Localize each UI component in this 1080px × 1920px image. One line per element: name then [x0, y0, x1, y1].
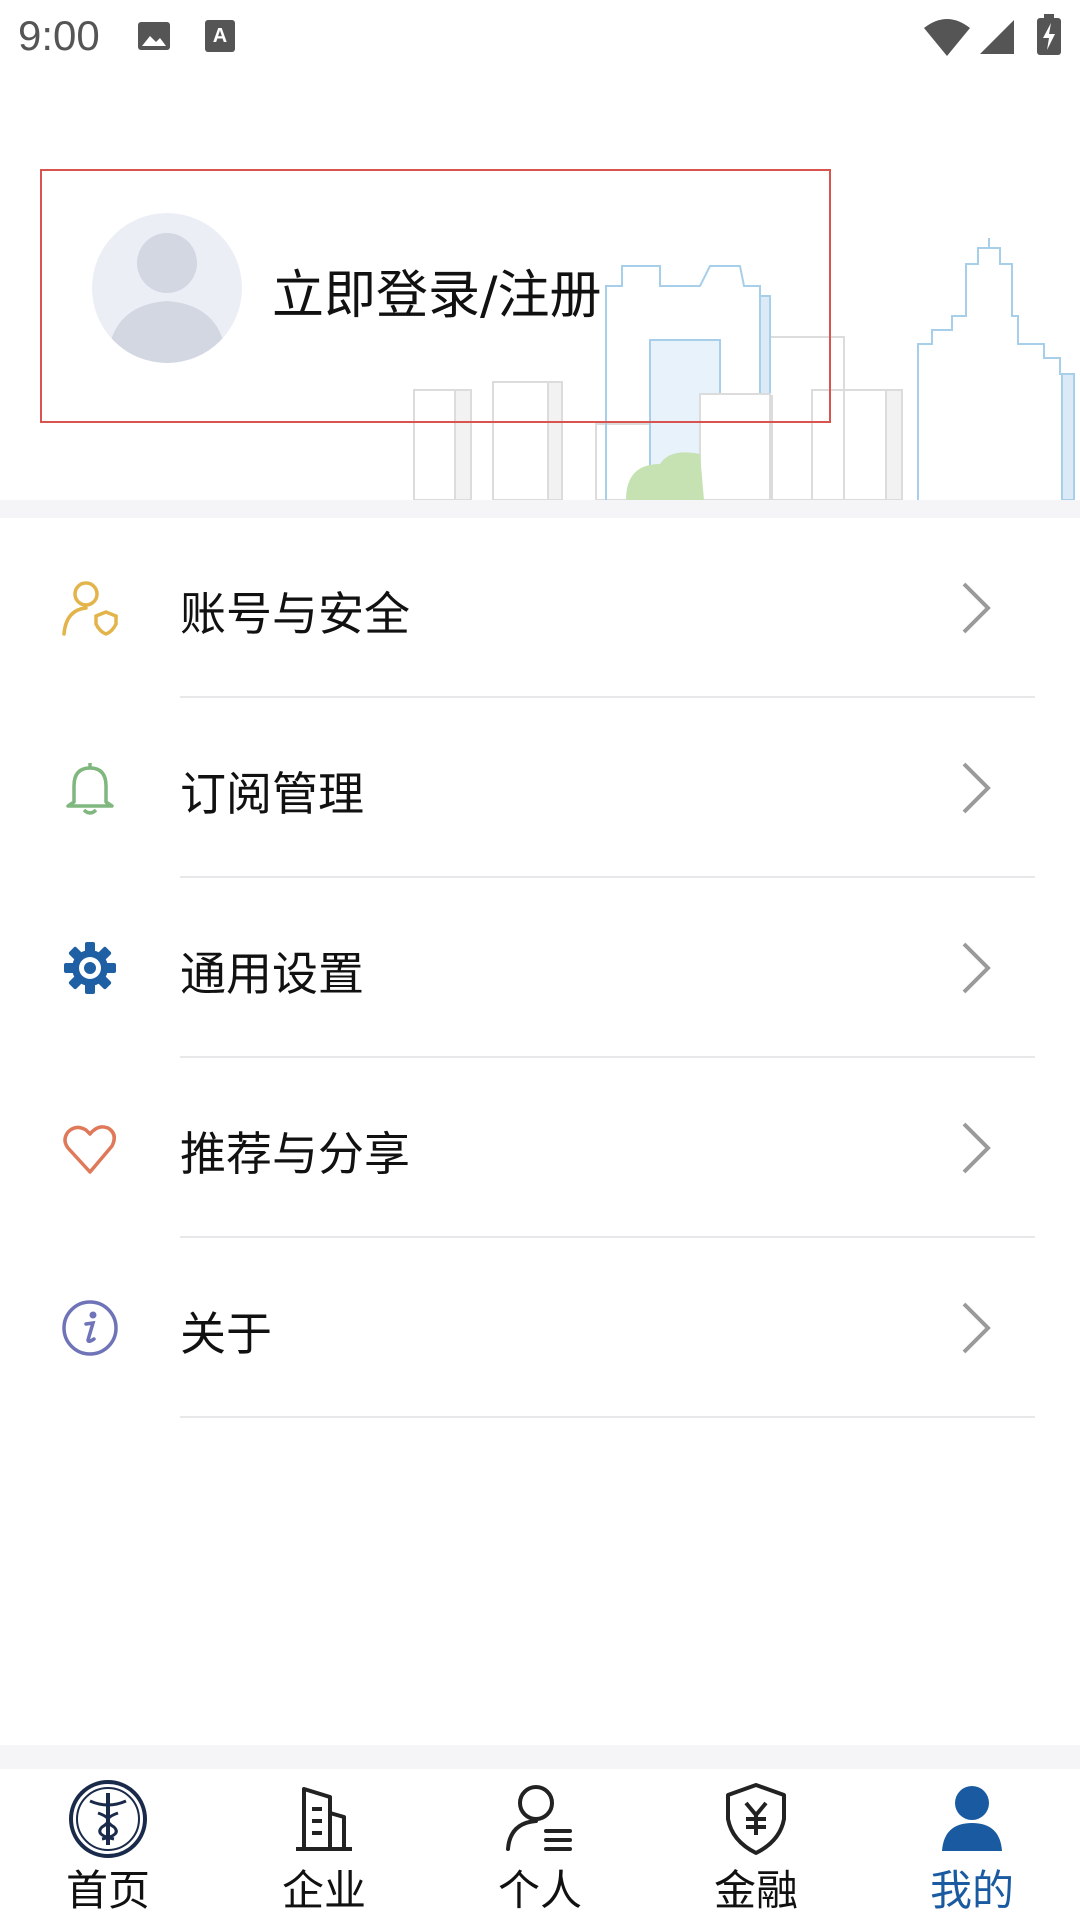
chevron-right-icon	[958, 1300, 994, 1356]
person-list-icon	[500, 1779, 580, 1859]
login-register-label: 立即登录/注册	[272, 266, 602, 326]
chevron-right-icon	[958, 580, 994, 636]
menu-item-label: 订阅管理	[180, 767, 364, 821]
avatar	[92, 213, 242, 363]
nav-label: 我的	[929, 1866, 1014, 1915]
home-emblem-icon	[68, 1779, 148, 1859]
nav-finance[interactable]: 金融	[648, 1769, 864, 1920]
account-security-icon	[60, 578, 120, 638]
menu-item-about[interactable]: 关于	[0, 1238, 1080, 1418]
menu-item-label: 账号与安全	[180, 587, 410, 641]
status-bar: 9:00 A	[0, 0, 1080, 72]
yuan-shield-icon	[716, 1779, 796, 1859]
image-icon	[136, 18, 172, 58]
text-a-icon: A	[204, 18, 236, 58]
nav-personal[interactable]: 个人	[432, 1769, 648, 1920]
nav-label: 首页	[65, 1866, 150, 1915]
menu-item-general-settings[interactable]: 通用设置	[0, 878, 1080, 1058]
section-divider	[0, 500, 1080, 518]
bottom-nav: 首页 企业 个人 金融 我的	[0, 1769, 1080, 1920]
wifi-icon	[922, 18, 972, 62]
chevron-right-icon	[958, 760, 994, 816]
status-time: 9:00	[18, 12, 100, 59]
menu-item-label: 推荐与分享	[180, 1127, 410, 1181]
chevron-right-icon	[958, 940, 994, 996]
nav-mine[interactable]: 我的	[864, 1769, 1080, 1920]
menu-item-label: 通用设置	[180, 947, 364, 1001]
divider	[180, 1416, 1035, 1418]
menu-item-account-security[interactable]: 账号与安全	[0, 518, 1080, 698]
profile-header: 立即登录/注册	[0, 72, 1080, 500]
nav-enterprise[interactable]: 企业	[216, 1769, 432, 1920]
building-icon	[284, 1779, 364, 1859]
menu-item-recommend-share[interactable]: 推荐与分享	[0, 1058, 1080, 1238]
bell-icon	[60, 758, 120, 818]
login-register-button[interactable]: 立即登录/注册	[40, 169, 831, 423]
nav-label: 金融	[713, 1866, 798, 1915]
nav-label: 个人	[497, 1866, 582, 1915]
menu-item-label: 关于	[180, 1307, 272, 1361]
battery-charging-icon	[1036, 14, 1062, 60]
user-icon	[932, 1779, 1012, 1859]
nav-label: 企业	[281, 1866, 366, 1915]
gear-icon	[60, 938, 120, 998]
nav-home[interactable]: 首页	[0, 1769, 216, 1920]
heart-icon	[60, 1118, 120, 1178]
svg-text:A: A	[213, 25, 227, 47]
bottom-nav-separator	[0, 1745, 1080, 1769]
cellular-signal-icon	[978, 18, 1016, 60]
menu-item-subscription[interactable]: 订阅管理	[0, 698, 1080, 878]
settings-menu: 账号与安全 订阅管理 通用设置 推荐与分享 关于	[0, 518, 1080, 1418]
info-icon	[60, 1298, 120, 1358]
chevron-right-icon	[958, 1120, 994, 1176]
